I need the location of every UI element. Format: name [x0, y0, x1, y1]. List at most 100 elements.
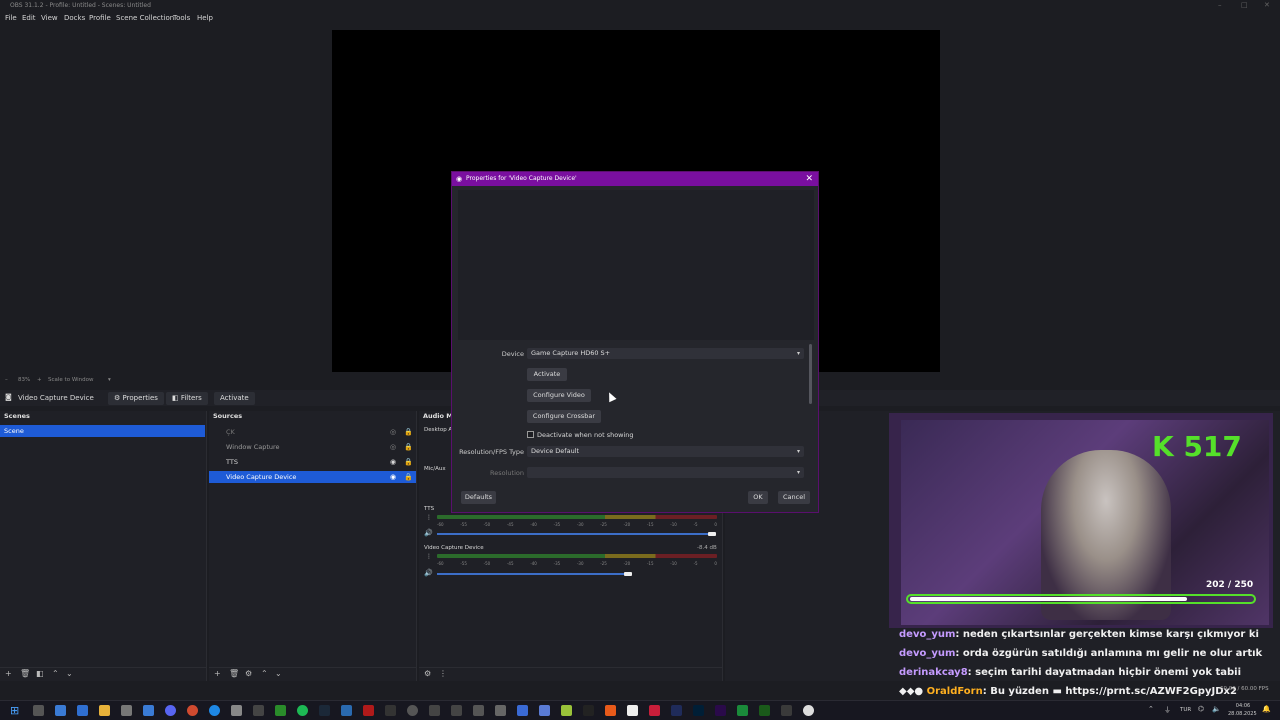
- menu-profile[interactable]: Profile: [89, 14, 111, 22]
- app-icon[interactable]: [451, 705, 462, 716]
- configure-crossbar-button[interactable]: Configure Crossbar: [527, 410, 601, 423]
- minimize-icon[interactable]: –: [1218, 1, 1222, 9]
- app-icon[interactable]: [781, 705, 792, 716]
- clock-time[interactable]: 04:06: [1231, 703, 1255, 709]
- volume-slider[interactable]: [437, 573, 627, 575]
- network-icon[interactable]: ⌬: [1198, 705, 1204, 713]
- app-icon[interactable]: [341, 705, 352, 716]
- premiere-icon[interactable]: [715, 705, 726, 716]
- app-icon[interactable]: [759, 705, 770, 716]
- filter-icon[interactable]: ◧: [36, 669, 44, 678]
- app-icon[interactable]: [583, 705, 594, 716]
- photoshop-icon[interactable]: [693, 705, 704, 716]
- search-icon[interactable]: [33, 705, 44, 716]
- app-icon[interactable]: [605, 705, 616, 716]
- app-icon[interactable]: [55, 705, 66, 716]
- volume-slider[interactable]: [437, 533, 712, 535]
- app-icon[interactable]: [253, 705, 264, 716]
- activate-device-button[interactable]: Activate: [527, 368, 567, 381]
- notification-icon[interactable]: 🔔: [1262, 705, 1271, 713]
- app-icon[interactable]: [77, 705, 88, 716]
- app-icon[interactable]: [627, 705, 638, 716]
- volume-knob[interactable]: [624, 572, 632, 576]
- deactivate-checkbox[interactable]: [527, 431, 534, 438]
- trash-icon[interactable]: 🗑: [20, 669, 30, 678]
- app-icon[interactable]: [737, 705, 748, 716]
- speaker-icon[interactable]: 🔊: [424, 569, 433, 577]
- source-item[interactable]: TTS: [209, 456, 416, 468]
- volume-knob[interactable]: [708, 532, 716, 536]
- source-item-selected[interactable]: Video Capture Device: [209, 471, 416, 483]
- source-item[interactable]: Window Capture: [209, 441, 416, 453]
- ok-button[interactable]: OK: [748, 491, 768, 504]
- eye-icon[interactable]: ◉: [390, 458, 396, 466]
- lock-icon[interactable]: 🔒: [404, 473, 413, 481]
- close-icon[interactable]: ✕: [805, 172, 813, 186]
- app-icon[interactable]: [649, 705, 660, 716]
- scene-item[interactable]: Scene: [0, 425, 205, 437]
- eye-hidden-icon[interactable]: ◎: [390, 428, 396, 436]
- chevron-down-icon[interactable]: ▾: [108, 377, 111, 383]
- zoom-plus-icon[interactable]: +: [37, 377, 42, 383]
- menu-help[interactable]: Help: [197, 14, 213, 22]
- kebab-icon[interactable]: ⋮: [439, 669, 447, 678]
- defaults-button[interactable]: Defaults: [461, 491, 496, 504]
- language-indicator[interactable]: TUR: [1180, 707, 1191, 713]
- down-icon[interactable]: ⌄: [275, 669, 282, 678]
- down-icon[interactable]: ⌄: [66, 669, 73, 678]
- app-icon[interactable]: [539, 705, 550, 716]
- speaker-icon[interactable]: 🔊: [424, 529, 433, 537]
- menu-file[interactable]: File: [5, 14, 17, 22]
- app-icon[interactable]: [803, 705, 814, 716]
- steam-icon[interactable]: [319, 705, 330, 716]
- add-icon[interactable]: +: [214, 669, 221, 678]
- configure-video-button[interactable]: Configure Video: [527, 389, 591, 402]
- app-icon[interactable]: [121, 705, 132, 716]
- chevron-up-icon[interactable]: ⌃: [1148, 705, 1154, 713]
- properties-button[interactable]: ⚙ Properties: [108, 392, 164, 405]
- device-select[interactable]: Game Capture HD60 S+ ▾: [527, 348, 804, 359]
- menu-docks[interactable]: Docks: [64, 14, 85, 22]
- spotify-icon[interactable]: [297, 705, 308, 716]
- gear-icon[interactable]: ⚙: [245, 669, 252, 678]
- app-icon[interactable]: [231, 705, 242, 716]
- trash-icon[interactable]: 🗑: [229, 669, 239, 678]
- dialog-scrollbar[interactable]: [809, 344, 812, 404]
- cancel-button[interactable]: Cancel: [778, 491, 810, 504]
- add-icon[interactable]: +: [5, 669, 12, 678]
- kebab-icon[interactable]: ⋮: [426, 553, 432, 560]
- filters-button[interactable]: ◧ Filters: [166, 392, 208, 405]
- up-icon[interactable]: ⌃: [261, 669, 268, 678]
- lock-icon[interactable]: 🔒: [404, 443, 413, 451]
- menu-tools[interactable]: Tools: [173, 14, 190, 22]
- app-icon[interactable]: [517, 705, 528, 716]
- windows-start-icon[interactable]: ⊞: [10, 704, 19, 717]
- browser-icon[interactable]: [187, 705, 198, 716]
- source-item[interactable]: ÇK: [209, 426, 416, 438]
- clock-date[interactable]: 28.08.2025: [1228, 711, 1257, 717]
- app-icon[interactable]: [385, 705, 396, 716]
- discord-icon[interactable]: [165, 705, 176, 716]
- edge-icon[interactable]: [209, 705, 220, 716]
- app-icon[interactable]: [671, 705, 682, 716]
- menu-scene-collection[interactable]: Scene Collection: [116, 14, 174, 22]
- app-icon[interactable]: [143, 705, 154, 716]
- app-icon[interactable]: [473, 705, 484, 716]
- kebab-icon[interactable]: ⋮: [426, 514, 432, 521]
- volume-icon[interactable]: 🔈: [1212, 705, 1221, 713]
- lock-icon[interactable]: 🔒: [404, 458, 413, 466]
- activate-button[interactable]: Activate: [214, 392, 255, 405]
- close-icon[interactable]: ✕: [1264, 1, 1270, 9]
- app-icon[interactable]: [363, 705, 374, 716]
- menu-view[interactable]: View: [41, 14, 58, 22]
- menu-edit[interactable]: Edit: [22, 14, 36, 22]
- eye-hidden-icon[interactable]: ◎: [390, 443, 396, 451]
- folder-icon[interactable]: [99, 705, 110, 716]
- maximize-icon[interactable]: □: [1241, 1, 1248, 9]
- gear-icon[interactable]: ⚙: [424, 669, 431, 678]
- eye-icon[interactable]: ◉: [390, 473, 396, 481]
- resolution-select[interactable]: ▾: [527, 467, 804, 478]
- app-icon[interactable]: [429, 705, 440, 716]
- usb-icon[interactable]: ⏚: [1164, 705, 1171, 715]
- zoom-mode[interactable]: Scale to Window: [48, 377, 94, 383]
